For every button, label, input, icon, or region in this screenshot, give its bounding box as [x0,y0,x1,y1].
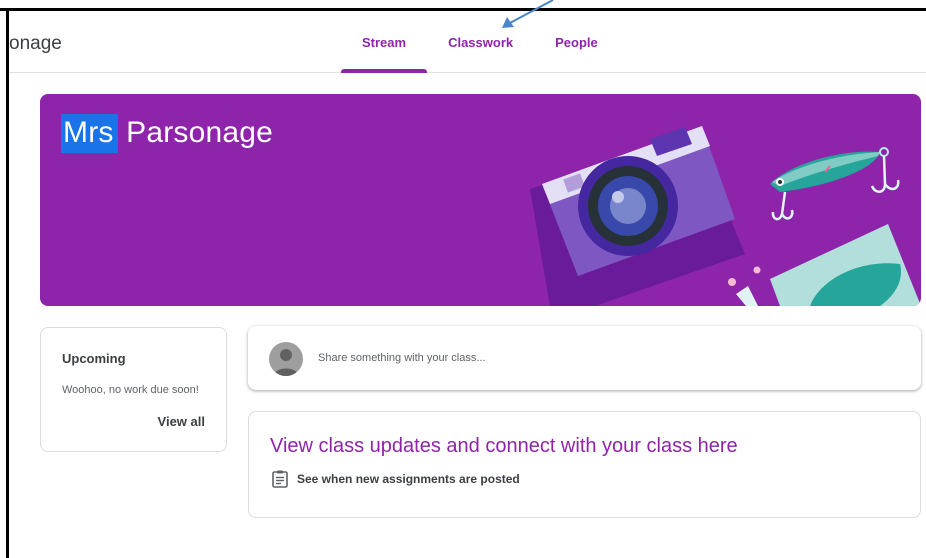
class-title: onage [9,33,62,54]
tab-stream[interactable]: Stream [341,11,428,73]
upcoming-message: Woohoo, no work due soon! [62,384,199,396]
person-icon [274,349,298,376]
share-box[interactable]: Share something with your class... [248,326,921,390]
upcoming-card: Upcoming Woohoo, no work due soon! View … [40,327,227,452]
upcoming-title: Upcoming [62,351,126,366]
tab-classwork-label: Classwork [448,35,514,50]
banner-title: Mrs Parsonage [61,114,274,153]
banner-title-highlight: Mrs [61,114,118,153]
view-all-link[interactable]: View all [158,414,205,429]
assignment-icon [272,470,288,488]
class-updates-card: View class updates and connect with your… [248,411,921,518]
updates-title: View class updates and connect with your… [270,435,738,457]
screenshot-frame-left [6,8,9,558]
tab-bar: Stream Classwork People [341,11,619,73]
avatar [269,342,303,376]
share-placeholder: Share something with your class... [318,352,486,364]
class-banner: Mrs Parsonage [40,94,921,306]
banner-title-rest: Parsonage [117,116,274,149]
updates-hint: See when new assignments are posted [297,472,520,486]
annotation-arrow-icon [502,0,554,28]
tab-people-label: People [555,35,598,50]
camera-illustration-icon [530,126,921,306]
top-app-bar: onage Stream Classwork People [9,11,926,73]
tab-stream-label: Stream [362,35,407,50]
updates-hint-row: See when new assignments are posted [272,470,520,488]
